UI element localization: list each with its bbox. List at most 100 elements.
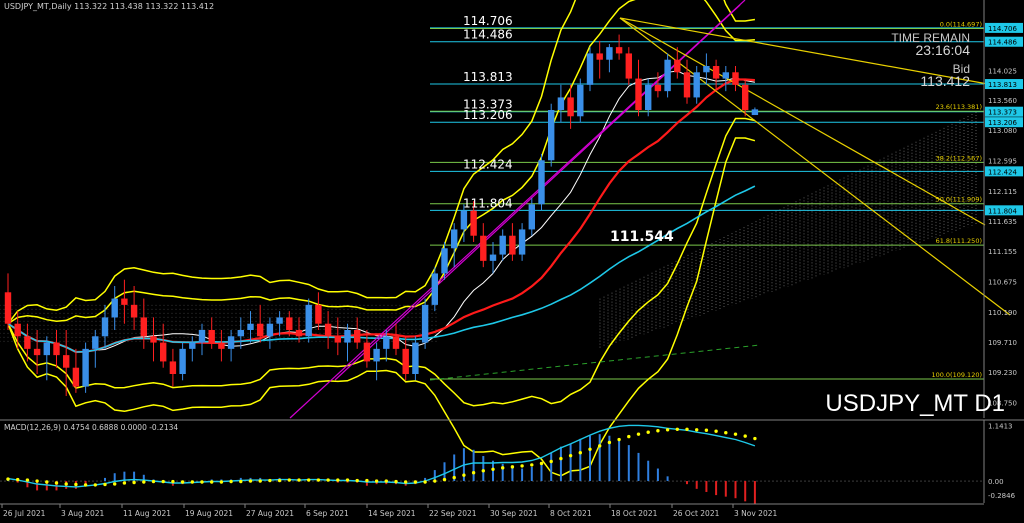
candle-body <box>150 336 157 343</box>
candle-body <box>276 317 283 324</box>
macd-signal-dot <box>248 479 253 483</box>
macd-signal-dot <box>35 479 39 483</box>
candle-body <box>218 342 225 349</box>
macd-signal-dot <box>103 482 107 487</box>
fib-label: 0.0(114.697) <box>940 20 982 28</box>
macd-tick: 1.1413 <box>988 422 1013 430</box>
candle-body <box>567 97 574 117</box>
candle-body <box>82 348 89 387</box>
macd-signal-dot <box>442 477 447 482</box>
candle-body <box>101 317 109 337</box>
candle-body <box>664 59 671 92</box>
time-tick: 8 Oct 2021 <box>550 509 592 518</box>
candle-body <box>247 323 254 330</box>
candle-body <box>480 235 487 261</box>
macd-signal-dot <box>685 427 689 431</box>
macd-signal-dot <box>355 478 359 483</box>
macd-signal-dot <box>433 479 437 483</box>
macd-signal-dot <box>530 463 534 467</box>
macd-signal-dot <box>180 480 185 484</box>
macd-signal-dot <box>724 430 728 435</box>
level-label: 113.206 <box>463 108 513 122</box>
macd-signal-dot <box>268 478 272 483</box>
price-tick: 114.706 <box>988 25 1017 33</box>
macd-signal-dot <box>122 481 127 485</box>
candle-body <box>111 298 118 318</box>
candle-body <box>451 229 458 249</box>
macd-signal-dot <box>394 479 398 484</box>
candle-body <box>33 348 41 356</box>
fib-label: 100.0(109.120) <box>931 371 982 379</box>
level-label: 114.486 <box>463 28 513 42</box>
time-tick: 11 Aug 2021 <box>123 509 171 518</box>
macd-signal-dot <box>665 428 670 432</box>
macd-signal-dot <box>25 478 30 482</box>
candle-body <box>363 342 371 362</box>
macd-signal-dot <box>617 437 621 442</box>
candle-body <box>703 66 710 73</box>
macd-signal-dot <box>675 427 679 431</box>
candle-body <box>499 235 506 255</box>
macd-signal-dot <box>64 482 68 486</box>
macd-signal-dot <box>16 477 20 482</box>
macd-signal-dot <box>598 444 602 448</box>
price-tick: 113.373 <box>988 109 1017 117</box>
macd-tick: 0.00 <box>988 478 1004 486</box>
candle-body <box>237 330 244 337</box>
candle-body <box>654 84 662 92</box>
macd-signal-dot <box>491 467 495 472</box>
macd-signal-dot <box>568 453 573 458</box>
candle-body <box>121 298 128 305</box>
macd-signal-dot <box>404 480 408 484</box>
candle-body <box>286 317 293 330</box>
candle-body <box>257 323 264 337</box>
candle-body <box>130 304 138 318</box>
candle-body <box>63 355 70 368</box>
macd-signal-dot <box>316 478 321 482</box>
candle-body <box>625 53 632 79</box>
price-tick: 113.206 <box>988 119 1017 127</box>
time-remain-value: 23:16:04 <box>916 42 971 58</box>
macd-signal-dot <box>520 464 524 468</box>
price-tick: 110.190 <box>988 309 1017 317</box>
candle-body <box>392 336 400 349</box>
bid-value: 113.412 <box>920 73 970 89</box>
candle-body <box>412 342 419 374</box>
candle-body <box>528 204 535 230</box>
level-label: 111.804 <box>463 196 513 210</box>
candle-body <box>441 248 448 274</box>
macd-signal-dot <box>588 447 592 451</box>
level-label: 113.813 <box>463 70 513 84</box>
macd-signal-dot <box>704 428 709 432</box>
macd-signal-dot <box>297 478 301 482</box>
macd-signal-dot <box>45 480 49 484</box>
macd-signal-dot <box>695 428 699 432</box>
macd-signal-dot <box>307 478 311 482</box>
fib-label: 61.8(111.250) <box>936 237 982 245</box>
macd-signal-dot <box>83 483 88 487</box>
macd-signal-dot <box>607 440 612 445</box>
candle-body <box>615 47 623 54</box>
macd-signal-dot <box>277 478 282 483</box>
macd-signal-dot <box>258 479 262 483</box>
macd-signal-dot <box>54 481 59 485</box>
candle-body <box>14 323 21 337</box>
candle-body <box>693 72 700 98</box>
macd-signal-dot <box>753 436 757 441</box>
macd-signal-dot <box>462 473 466 477</box>
price-tick: 111.155 <box>988 248 1017 256</box>
annotation-111-544: 111.544 <box>610 229 674 245</box>
macd-signal-dot <box>423 480 427 484</box>
candle-body <box>266 323 274 337</box>
candle-body <box>751 109 759 116</box>
macd-signal-dot <box>229 479 233 484</box>
macd-signal-dot <box>743 434 747 438</box>
candle-body <box>92 336 99 349</box>
macd-signal-dot <box>384 479 388 483</box>
macd-signal-dot <box>501 466 505 470</box>
candle-body <box>674 59 681 73</box>
macd-signal-dot <box>74 482 78 487</box>
candle-body <box>431 273 438 305</box>
candle-body <box>208 330 215 343</box>
candle-body <box>373 348 380 362</box>
